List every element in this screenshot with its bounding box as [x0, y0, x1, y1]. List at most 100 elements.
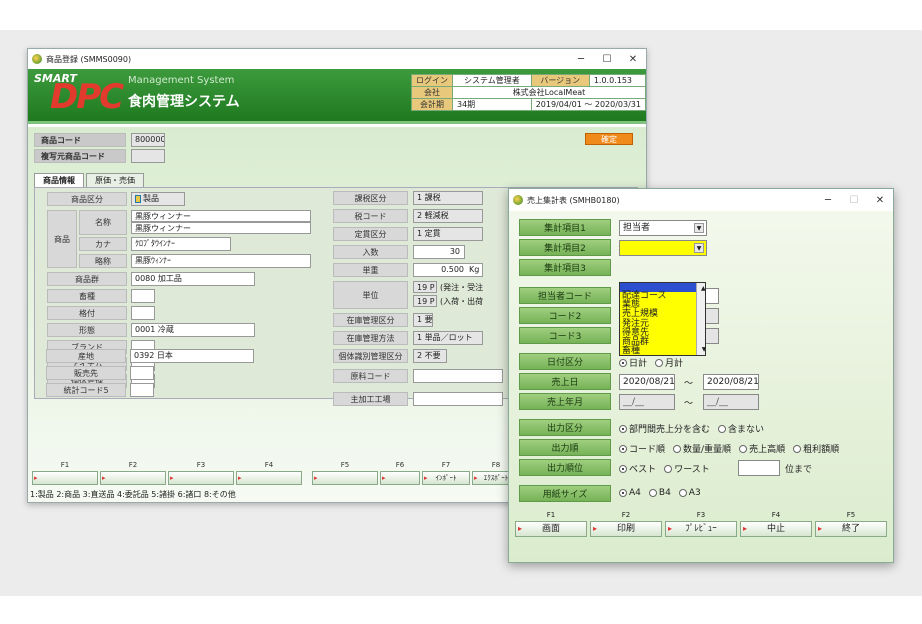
quantity-input[interactable]: 30: [413, 245, 465, 259]
output-rank-options: ベスト ワースト: [619, 462, 718, 475]
grade-label: 格付: [47, 306, 127, 320]
tab-cost-price[interactable]: 原価・売価: [86, 173, 144, 187]
fkey-f3[interactable]: F3: [168, 461, 234, 485]
stock-kubun-label: 在庫管理区分: [333, 313, 408, 327]
window-title: 商品登録 (SMMS0090): [46, 54, 132, 64]
form-input[interactable]: 0001 冷蔵: [131, 323, 255, 337]
paper-size-label: 用紙サイズ: [519, 485, 611, 502]
window-titlebar[interactable]: 商品登録 (SMMS0090) ─ ☐ ✕: [28, 49, 646, 69]
radio-profit-order[interactable]: 粗利額順: [793, 442, 839, 455]
function-key-bar: F1 F2 F3 F4 F5 F6 F7ｲﾝﾎﾟｰﾄ F8ｴｸｽﾎﾟｰﾄ F9: [32, 461, 582, 485]
output-order-options: コード順 数量/重量順 売上高順 粗利額順: [619, 442, 847, 455]
close-button-2[interactable]: ✕: [867, 195, 893, 206]
unit-label: 単位: [333, 281, 408, 309]
fkey-f4[interactable]: F4: [236, 461, 302, 485]
unit-ship-input[interactable]: 19 P: [413, 295, 437, 307]
fixed-weight-input[interactable]: 1 定貫: [413, 227, 483, 241]
radio-a3[interactable]: A3: [678, 488, 701, 498]
kind-input[interactable]: [131, 289, 155, 303]
fkey-f4-cancel[interactable]: F4中止: [740, 511, 812, 537]
login-label: ログイン: [411, 74, 453, 87]
origin-input[interactable]: 0392 日本: [130, 349, 254, 363]
banner-title: 食肉管理システム: [128, 94, 240, 110]
radio-a4[interactable]: A4: [619, 488, 641, 498]
group-label: 商品群: [47, 272, 127, 286]
quantity-label: 入数: [333, 245, 408, 259]
tab-product-info[interactable]: 商品情報: [34, 173, 84, 187]
group-input[interactable]: 0080 加工品: [131, 272, 255, 286]
name-input-1[interactable]: 黒豚ウィンナー: [131, 210, 311, 222]
item1-select[interactable]: 担当者 ▼: [619, 220, 707, 236]
factory-label: 主加工工場: [333, 392, 408, 406]
maximize-button[interactable]: ☐: [594, 54, 620, 65]
dropdown-scrollbar[interactable]: ▲ ▼: [696, 283, 705, 355]
seller-input[interactable]: [130, 366, 154, 380]
output-kubun-options: 部門間売上分を含む 含まない: [619, 422, 772, 435]
stock-method-input[interactable]: 1 単品／ロット: [413, 331, 483, 345]
fkey-f5[interactable]: F5: [312, 461, 378, 485]
fkey-f7-import[interactable]: F7ｲﾝﾎﾟｰﾄ: [422, 461, 470, 485]
chevron-down-icon: ▼: [694, 243, 704, 253]
sales-date-to[interactable]: 2020/08/21: [703, 374, 759, 390]
function-key-bar-2: F1画面 F2印刷 F3ﾌﾟﾚﾋﾞｭｰ F4中止 F5終了: [515, 511, 890, 537]
sales-date-from[interactable]: 2020/08/21: [619, 374, 675, 390]
rank-count-input[interactable]: [738, 460, 780, 476]
fkey-f3-preview[interactable]: F3ﾌﾟﾚﾋﾞｭｰ: [665, 511, 737, 537]
sales-ym-to[interactable]: __/__: [703, 394, 759, 410]
fkey-f1-screen[interactable]: F1画面: [515, 511, 587, 537]
stock-kubun-input[interactable]: 1 要: [413, 313, 433, 327]
output-order-label: 出力順: [519, 439, 611, 456]
fkey-f5-exit[interactable]: F5終了: [815, 511, 887, 537]
radio-b4[interactable]: B4: [648, 488, 671, 498]
app-banner: SMART DPC Management System 食肉管理システム ログイ…: [28, 69, 647, 124]
sales-summary-window: 売上集計表 (SMHB0180) ─ ☐ ✕ 集計項目1 担当者 ▼ 集計項目2 …: [508, 188, 894, 563]
item2-select[interactable]: ▼: [619, 240, 707, 256]
radio-include-dept[interactable]: 部門間売上分を含む: [619, 422, 710, 435]
radio-monthly[interactable]: 月計: [655, 356, 683, 369]
raw-code-label: 原料コード: [333, 369, 408, 383]
product-code-input[interactable]: 800000: [131, 133, 165, 147]
item1-label: 集計項目1: [519, 219, 611, 236]
radio-daily[interactable]: 日計: [619, 356, 647, 369]
confirm-button[interactable]: 確定: [585, 133, 633, 145]
unit-order-input[interactable]: 19 P: [413, 281, 437, 293]
radio-code-order[interactable]: コード順: [619, 442, 665, 455]
close-button[interactable]: ✕: [620, 54, 646, 65]
sales-summary-form: 集計項目1 担当者 ▼ 集計項目2 ▼ 集計項目3 担当者コード コード2 コード…: [509, 211, 893, 562]
radio-worst[interactable]: ワースト: [664, 462, 710, 475]
maximize-button-2[interactable]: ☐: [841, 195, 867, 206]
radio-best[interactable]: ベスト: [619, 462, 656, 475]
fkey-f2[interactable]: F2: [100, 461, 166, 485]
minimize-button[interactable]: ─: [568, 54, 594, 65]
date-range-tilde: ～: [684, 379, 694, 389]
fkey-f1[interactable]: F1: [32, 461, 98, 485]
item2-dropdown-list[interactable]: 配達コース 業態 売上規模 発注元 得意先 商品群 畜種 ▲ ▼: [619, 282, 706, 356]
radio-sales-order[interactable]: 売上高順: [739, 442, 785, 455]
unit-order-note: (発注・受注: [440, 283, 484, 292]
kana-input[interactable]: ｸﾛﾌﾞﾀｳｲﾝﾅｰ: [131, 237, 231, 251]
sales-ym-from[interactable]: __/__: [619, 394, 675, 410]
minimize-button-2[interactable]: ─: [815, 195, 841, 206]
tax-code-input[interactable]: 2 軽減税: [413, 209, 483, 223]
tax-kubun-input[interactable]: 1 課税: [413, 191, 483, 205]
radio-exclude-dept[interactable]: 含まない: [718, 422, 764, 435]
radio-qty-order[interactable]: 数量/重量順: [673, 442, 731, 455]
fkey-f6[interactable]: F6: [380, 461, 420, 485]
raw-code-input[interactable]: [413, 369, 503, 383]
factory-input[interactable]: [413, 392, 503, 406]
tanto-code-input[interactable]: [705, 288, 719, 304]
stat-code-input[interactable]: [130, 383, 154, 397]
tanto-code-label: 担当者コード: [519, 287, 611, 304]
window-titlebar-2[interactable]: 売上集計表 (SMHB0180) ─ ☐ ✕: [509, 189, 893, 211]
unit-weight-label: 単重: [333, 263, 408, 277]
product-kubun-input[interactable]: 製品: [131, 192, 185, 206]
indiv-id-input[interactable]: 2 不要: [413, 349, 447, 363]
fkey-f2-print[interactable]: F2印刷: [590, 511, 662, 537]
name-input-2[interactable]: 黒豚ウィンナー: [131, 222, 311, 234]
code2-input[interactable]: [705, 308, 719, 324]
short-name-input[interactable]: 黒豚ｳｨﾝﾅｰ: [131, 254, 311, 268]
sales-ym-label: 売上年月: [519, 393, 611, 410]
grade-input[interactable]: [131, 306, 155, 320]
copy-source-code-input[interactable]: [131, 149, 165, 163]
dropdown-option[interactable]: 畜種: [620, 347, 705, 355]
